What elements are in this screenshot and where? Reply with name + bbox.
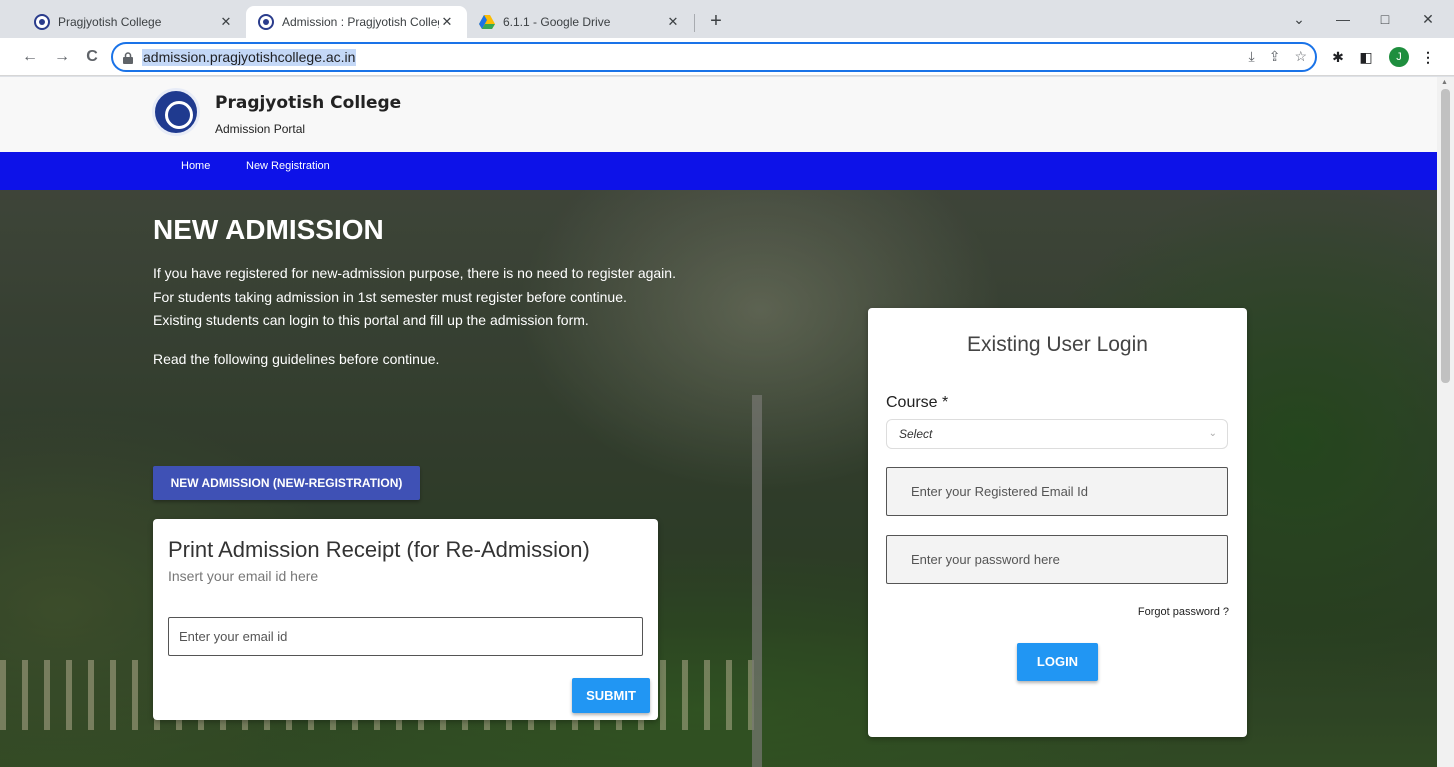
tab-pragjyotish-college[interactable]: Pragjyotish College ✕ xyxy=(22,6,246,38)
forgot-password-link[interactable]: Forgot password ? xyxy=(1138,606,1229,618)
nav-new-registration[interactable]: New Registration xyxy=(246,160,330,172)
scrollbar-thumb[interactable] xyxy=(1441,89,1450,383)
tab-title: Pragjyotish College xyxy=(58,15,162,29)
maximize-button[interactable]: □ xyxy=(1365,6,1405,32)
scroll-up-icon[interactable]: ▲ xyxy=(1441,79,1448,86)
forward-button[interactable]: → xyxy=(50,45,74,69)
course-select[interactable]: Select ⌄ xyxy=(886,419,1228,449)
hero-line: Read the following guidelines before con… xyxy=(153,351,440,367)
site-subtitle: Admission Portal xyxy=(215,122,306,136)
tab-title: Admission : Pragjyotish College xyxy=(282,15,439,29)
hero-line: If you have registered for new-admission… xyxy=(153,265,676,281)
bookmark-star-icon[interactable]: ☆ xyxy=(1294,48,1307,65)
address-bar[interactable]: admission.pragjyotishcollege.ac.in ⤓ ⇪ ☆ xyxy=(111,42,1317,72)
minimize-button[interactable]: — xyxy=(1323,6,1363,32)
hero-title: NEW ADMISSION xyxy=(153,214,384,245)
login-card: Existing User Login Course * Select ⌄ En… xyxy=(868,308,1247,737)
chevron-down-icon: ⌄ xyxy=(1208,428,1217,439)
reload-button[interactable]: C xyxy=(80,45,104,69)
main-navbar: Home New Registration xyxy=(0,152,1437,190)
hero-line: Existing students can login to this port… xyxy=(153,312,589,328)
receipt-email-input[interactable]: Enter your email id xyxy=(168,617,643,656)
submit-button[interactable]: SUBMIT xyxy=(572,678,650,713)
lock-icon xyxy=(123,51,133,64)
browser-menu-icon[interactable]: ⋮ xyxy=(1417,46,1439,68)
tab-admission[interactable]: Admission : Pragjyotish College ✕ xyxy=(246,6,467,38)
install-app-icon[interactable]: ⤓ xyxy=(1249,48,1255,65)
background-lamp-pole xyxy=(752,395,762,767)
nav-home[interactable]: Home xyxy=(181,160,210,172)
college-favicon-icon xyxy=(258,14,274,30)
tab-close-icon[interactable]: ✕ xyxy=(218,14,234,30)
site-name[interactable]: Pragjyotish College xyxy=(215,93,401,113)
tab-google-drive[interactable]: 6.1.1 - Google Drive ✕ xyxy=(467,6,693,38)
close-window-button[interactable]: ✕ xyxy=(1408,6,1448,32)
share-icon[interactable]: ⇪ xyxy=(1269,48,1281,65)
login-button[interactable]: LOGIN xyxy=(1017,643,1098,681)
side-panel-icon[interactable]: ◧ xyxy=(1355,46,1377,68)
course-label: Course * xyxy=(886,394,949,411)
back-button[interactable]: ← xyxy=(18,45,42,69)
page-scrollbar[interactable]: ▲ xyxy=(1437,77,1454,767)
college-favicon-icon xyxy=(34,14,50,30)
new-tab-button[interactable]: + xyxy=(703,8,729,34)
url-text[interactable]: admission.pragjyotishcollege.ac.in xyxy=(142,49,357,66)
tab-separator xyxy=(694,14,695,32)
google-drive-icon xyxy=(479,14,495,30)
tab-title: 6.1.1 - Google Drive xyxy=(503,15,611,29)
hero-line: For students taking admission in 1st sem… xyxy=(153,289,627,305)
new-admission-button[interactable]: NEW ADMISSION (NEW-REGISTRATION) xyxy=(153,466,420,500)
tab-search-dropdown-icon[interactable]: ⌄ xyxy=(1279,6,1319,32)
extensions-icon[interactable]: ✱ xyxy=(1327,46,1349,68)
tab-strip: Pragjyotish College ✕ Admission : Pragjy… xyxy=(0,0,1454,38)
password-field[interactable]: Enter your password here xyxy=(886,535,1228,584)
hero-section: NEW ADMISSION If you have registered for… xyxy=(0,190,1437,767)
profile-avatar[interactable]: J xyxy=(1389,47,1409,67)
browser-toolbar: ← → C admission.pragjyotishcollege.ac.in… xyxy=(0,38,1454,76)
login-title: Existing User Login xyxy=(967,333,1148,356)
receipt-subtitle: Insert your email id here xyxy=(168,568,319,584)
web-page: Pragjyotish College Admission Portal Hom… xyxy=(0,77,1437,767)
receipt-title: Print Admission Receipt (for Re-Admissio… xyxy=(168,537,590,562)
tab-close-icon[interactable]: ✕ xyxy=(439,14,455,30)
tab-close-icon[interactable]: ✕ xyxy=(665,14,681,30)
email-field[interactable]: Enter your Registered Email Id xyxy=(886,467,1228,516)
receipt-card: Print Admission Receipt (for Re-Admissio… xyxy=(153,519,658,720)
course-select-value: Select xyxy=(899,427,933,441)
college-logo[interactable] xyxy=(152,88,200,136)
site-header: Pragjyotish College Admission Portal xyxy=(0,77,1437,152)
